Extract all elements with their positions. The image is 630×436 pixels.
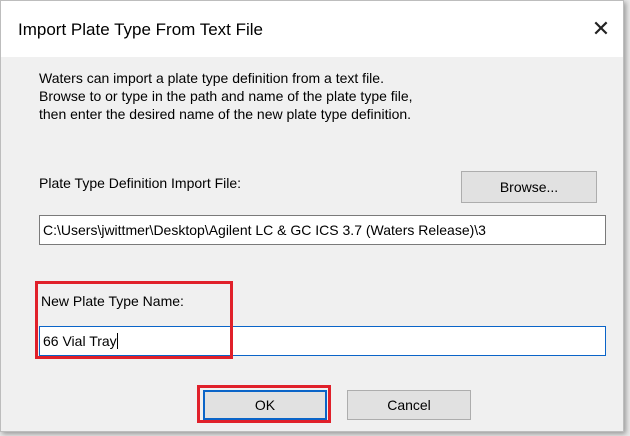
- title-bar: Import Plate Type From Text File ✕: [1, 1, 623, 57]
- text-caret: [116, 333, 118, 349]
- close-icon[interactable]: ✕: [587, 15, 615, 43]
- dialog-title: Import Plate Type From Text File: [18, 20, 264, 39]
- instructions-line-3: then enter the desired name of the new p…: [39, 106, 412, 122]
- import-plate-type-dialog: Import Plate Type From Text File ✕ Water…: [0, 0, 624, 432]
- new-plate-type-name-label: New Plate Type Name:: [41, 293, 184, 309]
- instructions-text: Waters can import a plate type definitio…: [39, 69, 413, 123]
- import-file-path-field[interactable]: C:\Users\jwittmer\Desktop\Agilent LC & G…: [39, 215, 606, 245]
- instructions-line-1: Waters can import a plate type definitio…: [39, 70, 384, 86]
- ok-button[interactable]: OK: [203, 390, 327, 420]
- import-file-label: Plate Type Definition Import File:: [39, 175, 242, 191]
- browse-button[interactable]: Browse...: [461, 171, 597, 203]
- new-plate-type-name-field[interactable]: 66 Vial Tray: [39, 326, 606, 356]
- cancel-button[interactable]: Cancel: [347, 390, 471, 420]
- instructions-line-2: Browse to or type in the path and name o…: [39, 88, 413, 104]
- name-field-value: 66 Vial Tray: [43, 333, 117, 349]
